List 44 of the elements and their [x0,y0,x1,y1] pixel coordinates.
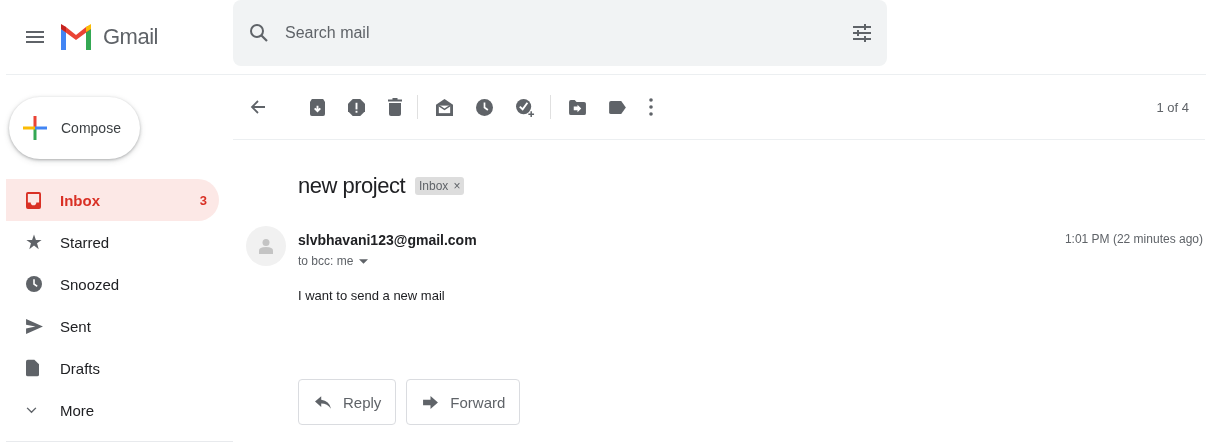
compose-button[interactable]: Compose [9,97,140,159]
nav-item[interactable]: Snoozed [6,263,219,305]
message-body: I want to send a new mail [298,288,446,303]
plus-icon [23,116,47,140]
nav-item[interactable]: Inbox 3 [6,179,219,221]
envelope-icon[interactable] [436,98,453,116]
app-name: Gmail [103,24,158,50]
chevron-down-icon [26,406,37,414]
recipients-text: to bcc: me [298,254,354,268]
message-time: 1:01 PM (22 minutes ago) [1064,232,1203,248]
move-to-folder-icon[interactable] [569,99,586,115]
archive-icon[interactable] [310,98,325,116]
send-icon [26,318,43,334]
spam-icon[interactable] [348,98,365,116]
search-field[interactable]: Search mail [233,0,887,66]
star-icon [26,234,42,250]
sender-email: slvbhavani123@gmail.com [298,232,477,248]
menu-icon[interactable] [26,31,44,43]
remove-label-button[interactable]: × [453,179,461,193]
chip-label: Inbox [419,179,449,193]
logo-icon [59,24,93,50]
email-subject: new project [298,173,405,199]
reply-button[interactable]: Reply [298,379,397,425]
reply-icon [315,395,331,409]
clock-icon[interactable] [476,98,493,116]
add-task-icon[interactable] [516,97,535,117]
filter-options-icon[interactable] [853,24,871,42]
draft-icon [26,359,39,377]
label-icon[interactable] [609,100,626,114]
more-options-icon[interactable] [649,98,653,116]
search-icon [249,23,269,43]
nav-item[interactable]: Drafts [6,347,219,389]
pagination-text: 1 of 4 [1156,99,1189,115]
back-arrow-icon[interactable] [250,99,266,115]
dropdown-icon[interactable] [359,258,369,264]
forward-icon [423,395,439,409]
nav-item[interactable]: Sent [6,305,219,347]
forward-button[interactable]: Forward [406,379,521,425]
nav-item[interactable]: More [6,389,219,431]
nav-item[interactable]: Starred [6,221,219,263]
avatar-icon [246,226,286,266]
clock-icon [26,276,42,292]
inbox-icon [26,191,41,209]
trash-icon[interactable] [388,98,402,116]
